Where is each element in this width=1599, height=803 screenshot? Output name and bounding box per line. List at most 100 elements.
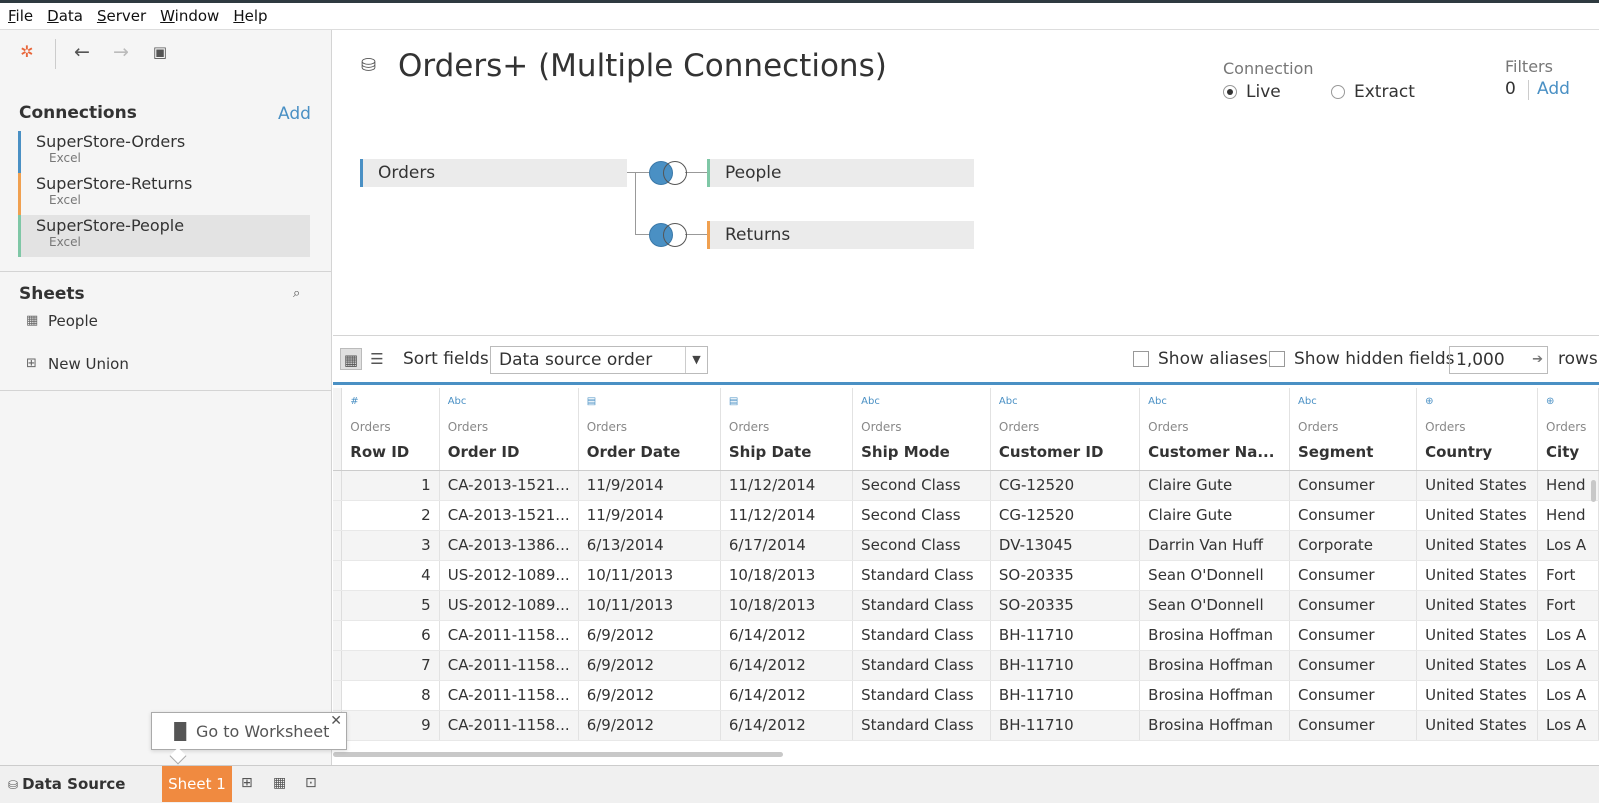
table-orders[interactable]: Orders <box>360 159 627 187</box>
sheet-item-new-union[interactable]: ⊞ New Union <box>26 355 129 373</box>
column-header-city[interactable]: ⊕ Orders City <box>1537 388 1599 471</box>
tab-sheet-1[interactable]: Sheet 1 <box>162 766 232 802</box>
column-header-row-id[interactable]: # Orders Row ID <box>341 388 440 471</box>
datasource-title[interactable]: Orders+ (Multiple Connections) <box>398 48 887 84</box>
table-cell: 6/9/2012 <box>578 710 721 741</box>
table-cell: CA-2011-1158... <box>439 620 579 651</box>
join-circle-right <box>663 161 687 185</box>
menu-server[interactable]: Server <box>97 7 146 25</box>
datasource-icon[interactable]: ⛁ <box>361 55 376 76</box>
table-row: 6 CA-2011-1158... 6/9/2012 6/14/2012 Standar… <box>333 620 1599 651</box>
string-type-icon[interactable]: Abc <box>448 396 570 420</box>
string-type-icon[interactable]: Abc <box>1298 396 1408 420</box>
new-story-icon[interactable]: ⊡ <box>305 775 317 791</box>
column-source: Orders <box>1546 420 1587 434</box>
left-join-icon[interactable] <box>649 223 689 247</box>
connection-label: Connection <box>1223 59 1314 78</box>
tooltip-text[interactable]: Go to Worksheet <box>196 722 329 741</box>
arrow-left-icon[interactable]: ← <box>72 42 92 62</box>
filters-divider <box>1528 80 1529 100</box>
column-header-segment[interactable]: Abc Orders Segment <box>1289 388 1418 471</box>
table-cell: Claire Gute <box>1139 500 1290 531</box>
add-connection-link[interactable]: Add <box>278 104 311 124</box>
new-worksheet-icon[interactable]: ⊞ <box>241 775 253 791</box>
save-icon[interactable]: ▣ <box>150 42 170 62</box>
table-cell: DV-13045 <box>990 530 1141 561</box>
column-header-order-date[interactable]: ▤ Orders Order Date <box>578 388 721 471</box>
toolbar-divider <box>55 39 56 69</box>
table-cell: 8 <box>341 680 440 711</box>
connection-superstore-people[interactable]: SuperStore-People Excel <box>18 215 310 257</box>
menu-window[interactable]: Window <box>160 7 219 25</box>
table-cell: Sean O'Donnell <box>1139 560 1290 591</box>
table-cell: United States <box>1416 710 1539 741</box>
vertical-scrollbar[interactable] <box>1591 480 1596 502</box>
arrow-right-icon[interactable]: ➔ <box>1532 347 1543 373</box>
row-header[interactable] <box>333 560 343 591</box>
row-header[interactable] <box>333 650 343 681</box>
horizontal-scrollbar[interactable] <box>333 752 783 757</box>
menu-file[interactable]: File <box>8 7 33 25</box>
table-people[interactable]: People <box>707 159 974 187</box>
string-type-icon[interactable]: Abc <box>999 396 1131 420</box>
row-header[interactable] <box>333 620 343 651</box>
sort-fields-dropdown[interactable]: Data source order ▼ <box>490 346 708 374</box>
globe-icon[interactable]: ⊕ <box>1546 396 1590 420</box>
menu-data[interactable]: Data <box>47 7 83 25</box>
number-type-icon[interactable]: # <box>350 396 430 420</box>
table-cell: 11/12/2014 <box>720 500 854 531</box>
string-type-icon[interactable]: Abc <box>861 396 982 420</box>
string-type-icon[interactable]: Abc <box>1148 396 1281 420</box>
table-cell: Standard Class <box>852 680 991 711</box>
connection-superstore-orders[interactable]: SuperStore-Orders Excel <box>18 131 310 173</box>
table-row: 3 CA-2013-1386... 6/13/2014 6/17/2014 Second… <box>333 530 1599 561</box>
column-header-ship-date[interactable]: ▤ Orders Ship Date <box>720 388 854 471</box>
column-source: Orders <box>861 420 902 434</box>
connection-superstore-returns[interactable]: SuperStore-Returns Excel <box>18 173 310 215</box>
menu-help[interactable]: Help <box>233 7 267 25</box>
table-cell: 10/18/2013 <box>720 590 854 621</box>
table-cell: United States <box>1416 650 1539 681</box>
tableau-logo-icon[interactable]: ✲ <box>17 42 37 62</box>
grid-view-icon[interactable]: ▦ <box>340 348 362 370</box>
table-cell: Standard Class <box>852 590 991 621</box>
arrow-right-icon[interactable]: → <box>111 42 131 62</box>
column-header-order-id[interactable]: Abc Orders Order ID <box>439 388 579 471</box>
left-join-icon[interactable] <box>649 161 689 185</box>
rows-input[interactable]: 1,000 ➔ <box>1449 346 1548 374</box>
tab-data-source[interactable]: ⛁ Data Source <box>8 775 125 793</box>
column-header-customer-name[interactable]: Abc Orders Customer Na... <box>1139 388 1290 471</box>
search-icon[interactable]: ⌕ <box>293 286 300 301</box>
list-view-icon[interactable]: ☰ <box>366 348 388 370</box>
connection-extract-radio[interactable]: Extract <box>1331 82 1415 102</box>
row-header[interactable] <box>333 500 343 531</box>
table-cell: Brosina Hoffman <box>1139 710 1290 741</box>
radio-label: Live <box>1246 82 1281 102</box>
row-header[interactable] <box>333 470 343 501</box>
calendar-icon[interactable]: ▤ <box>587 396 712 420</box>
table-cell: Brosina Hoffman <box>1139 620 1290 651</box>
table-row: 7 CA-2011-1158... 6/9/2012 6/14/2012 Standar… <box>333 650 1599 681</box>
new-dashboard-icon[interactable]: ▦ <box>273 775 286 791</box>
add-filter-link[interactable]: Add <box>1537 79 1570 99</box>
go-to-worksheet-tooltip[interactable]: ▐▌ Go to Worksheet ✕ <box>151 712 347 765</box>
column-header-country[interactable]: ⊕ Orders Country <box>1416 388 1539 471</box>
globe-icon[interactable]: ⊕ <box>1425 396 1529 420</box>
show-hidden-fields-checkbox[interactable]: Show hidden fields <box>1269 349 1455 369</box>
column-header-customer-id[interactable]: Abc Orders Customer ID <box>990 388 1141 471</box>
table-returns[interactable]: Returns <box>707 221 974 249</box>
calendar-icon[interactable]: ▤ <box>729 396 844 420</box>
row-header[interactable] <box>333 590 343 621</box>
table-cell: Los A <box>1537 620 1599 651</box>
radio-label: Extract <box>1354 82 1415 102</box>
show-aliases-checkbox[interactable]: Show aliases <box>1133 349 1268 369</box>
row-header[interactable] <box>333 680 343 711</box>
close-icon[interactable]: ✕ <box>330 713 342 729</box>
row-header[interactable] <box>333 530 343 561</box>
column-name: Customer ID <box>998 443 1104 461</box>
connection-live-radio[interactable]: Live <box>1223 82 1281 102</box>
table-cell: Second Class <box>852 530 991 561</box>
sheet-item-people[interactable]: ▦ People <box>26 312 98 330</box>
table-cell: United States <box>1416 590 1539 621</box>
column-header-ship-mode[interactable]: Abc Orders Ship Mode <box>852 388 991 471</box>
